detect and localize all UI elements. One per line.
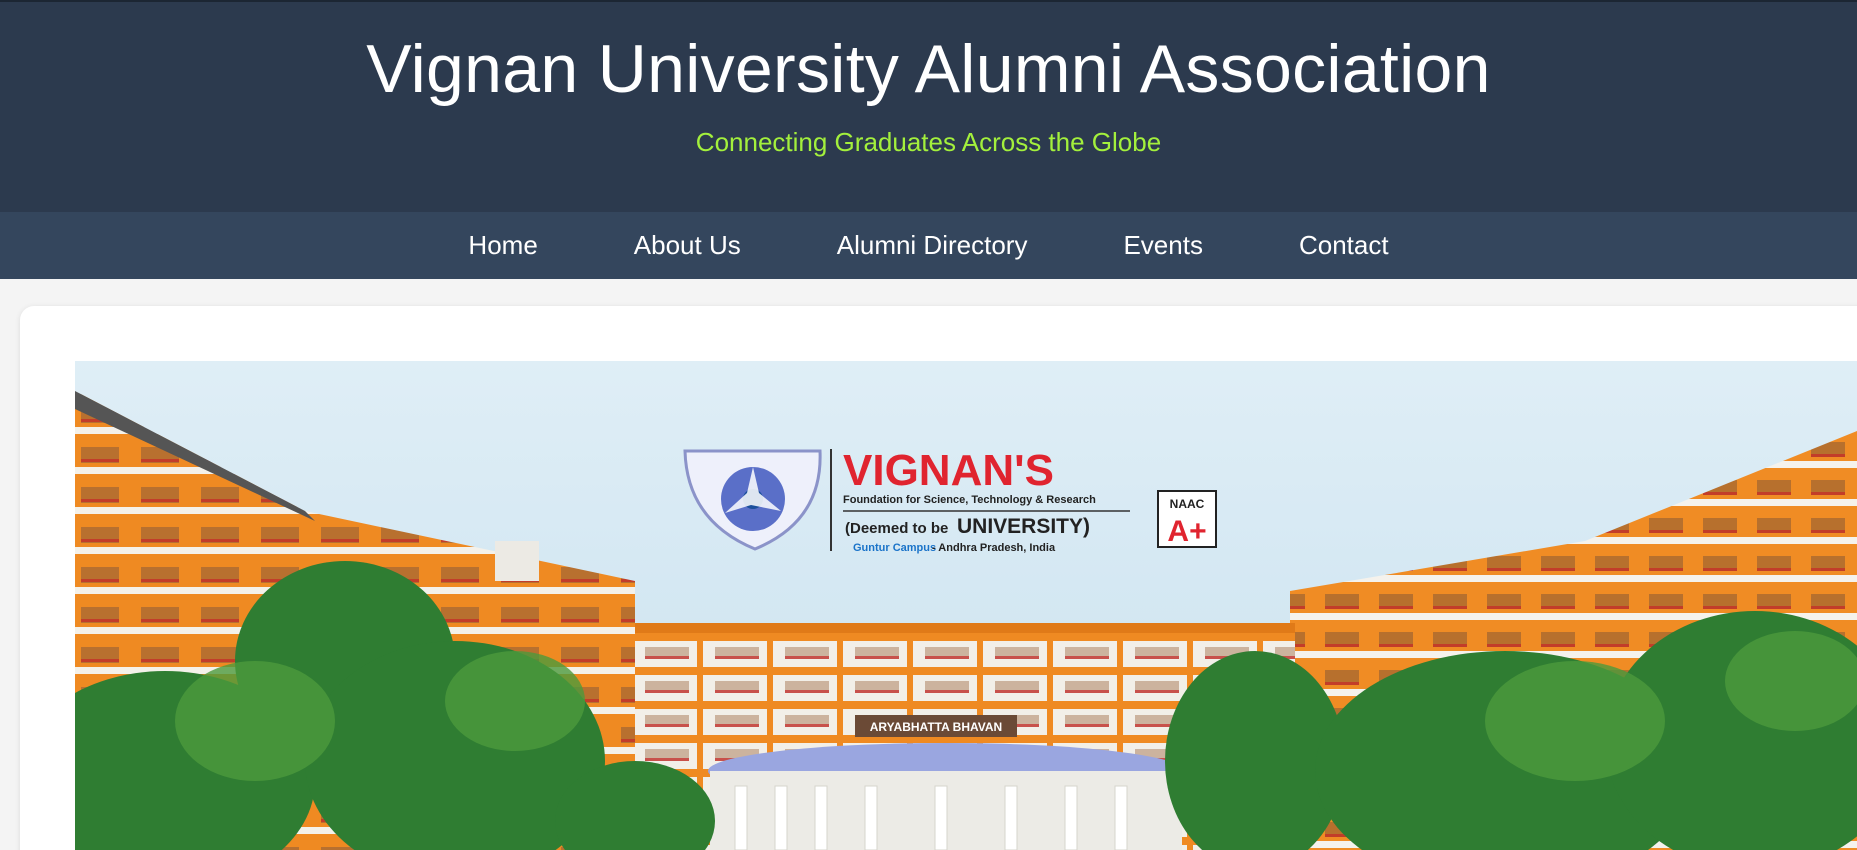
brand-name: VIGNAN'S	[843, 446, 1054, 495]
building-sign: ARYABHATTA BHAVAN	[870, 720, 1002, 734]
campus-name: Guntur Campus	[853, 542, 936, 554]
site-title: Vignan University Alumni Association	[366, 31, 1491, 107]
campus-hero-image: ARYABHATTA BHAVAN VIGNAN'S Foundation fo…	[75, 361, 1857, 850]
naac-label: NAAC	[1170, 497, 1205, 511]
site-tagline: Connecting Graduates Across the Globe	[695, 127, 1162, 157]
naac-badge: NAAC A+	[1157, 490, 1217, 548]
main-nav: Home About Us Alumni Directory Events Co…	[0, 212, 1857, 279]
brand-line: Foundation for Science, Technology & Res…	[843, 494, 1096, 506]
nav-about-us[interactable]: About Us	[634, 230, 741, 261]
deemed-prefix: (Deemed to be	[845, 520, 948, 537]
campus-location: - Andhra Pradesh, India	[932, 542, 1056, 554]
nav-events[interactable]: Events	[1123, 230, 1203, 261]
nav-contact[interactable]: Contact	[1299, 230, 1389, 261]
site-header: Vignan University Alumni Association Con…	[0, 0, 1857, 212]
deemed-university: UNIVERSITY)	[957, 515, 1090, 538]
nav-home[interactable]: Home	[468, 230, 537, 261]
nav-alumni-directory[interactable]: Alumni Directory	[837, 230, 1028, 261]
naac-grade: A+	[1167, 515, 1206, 548]
